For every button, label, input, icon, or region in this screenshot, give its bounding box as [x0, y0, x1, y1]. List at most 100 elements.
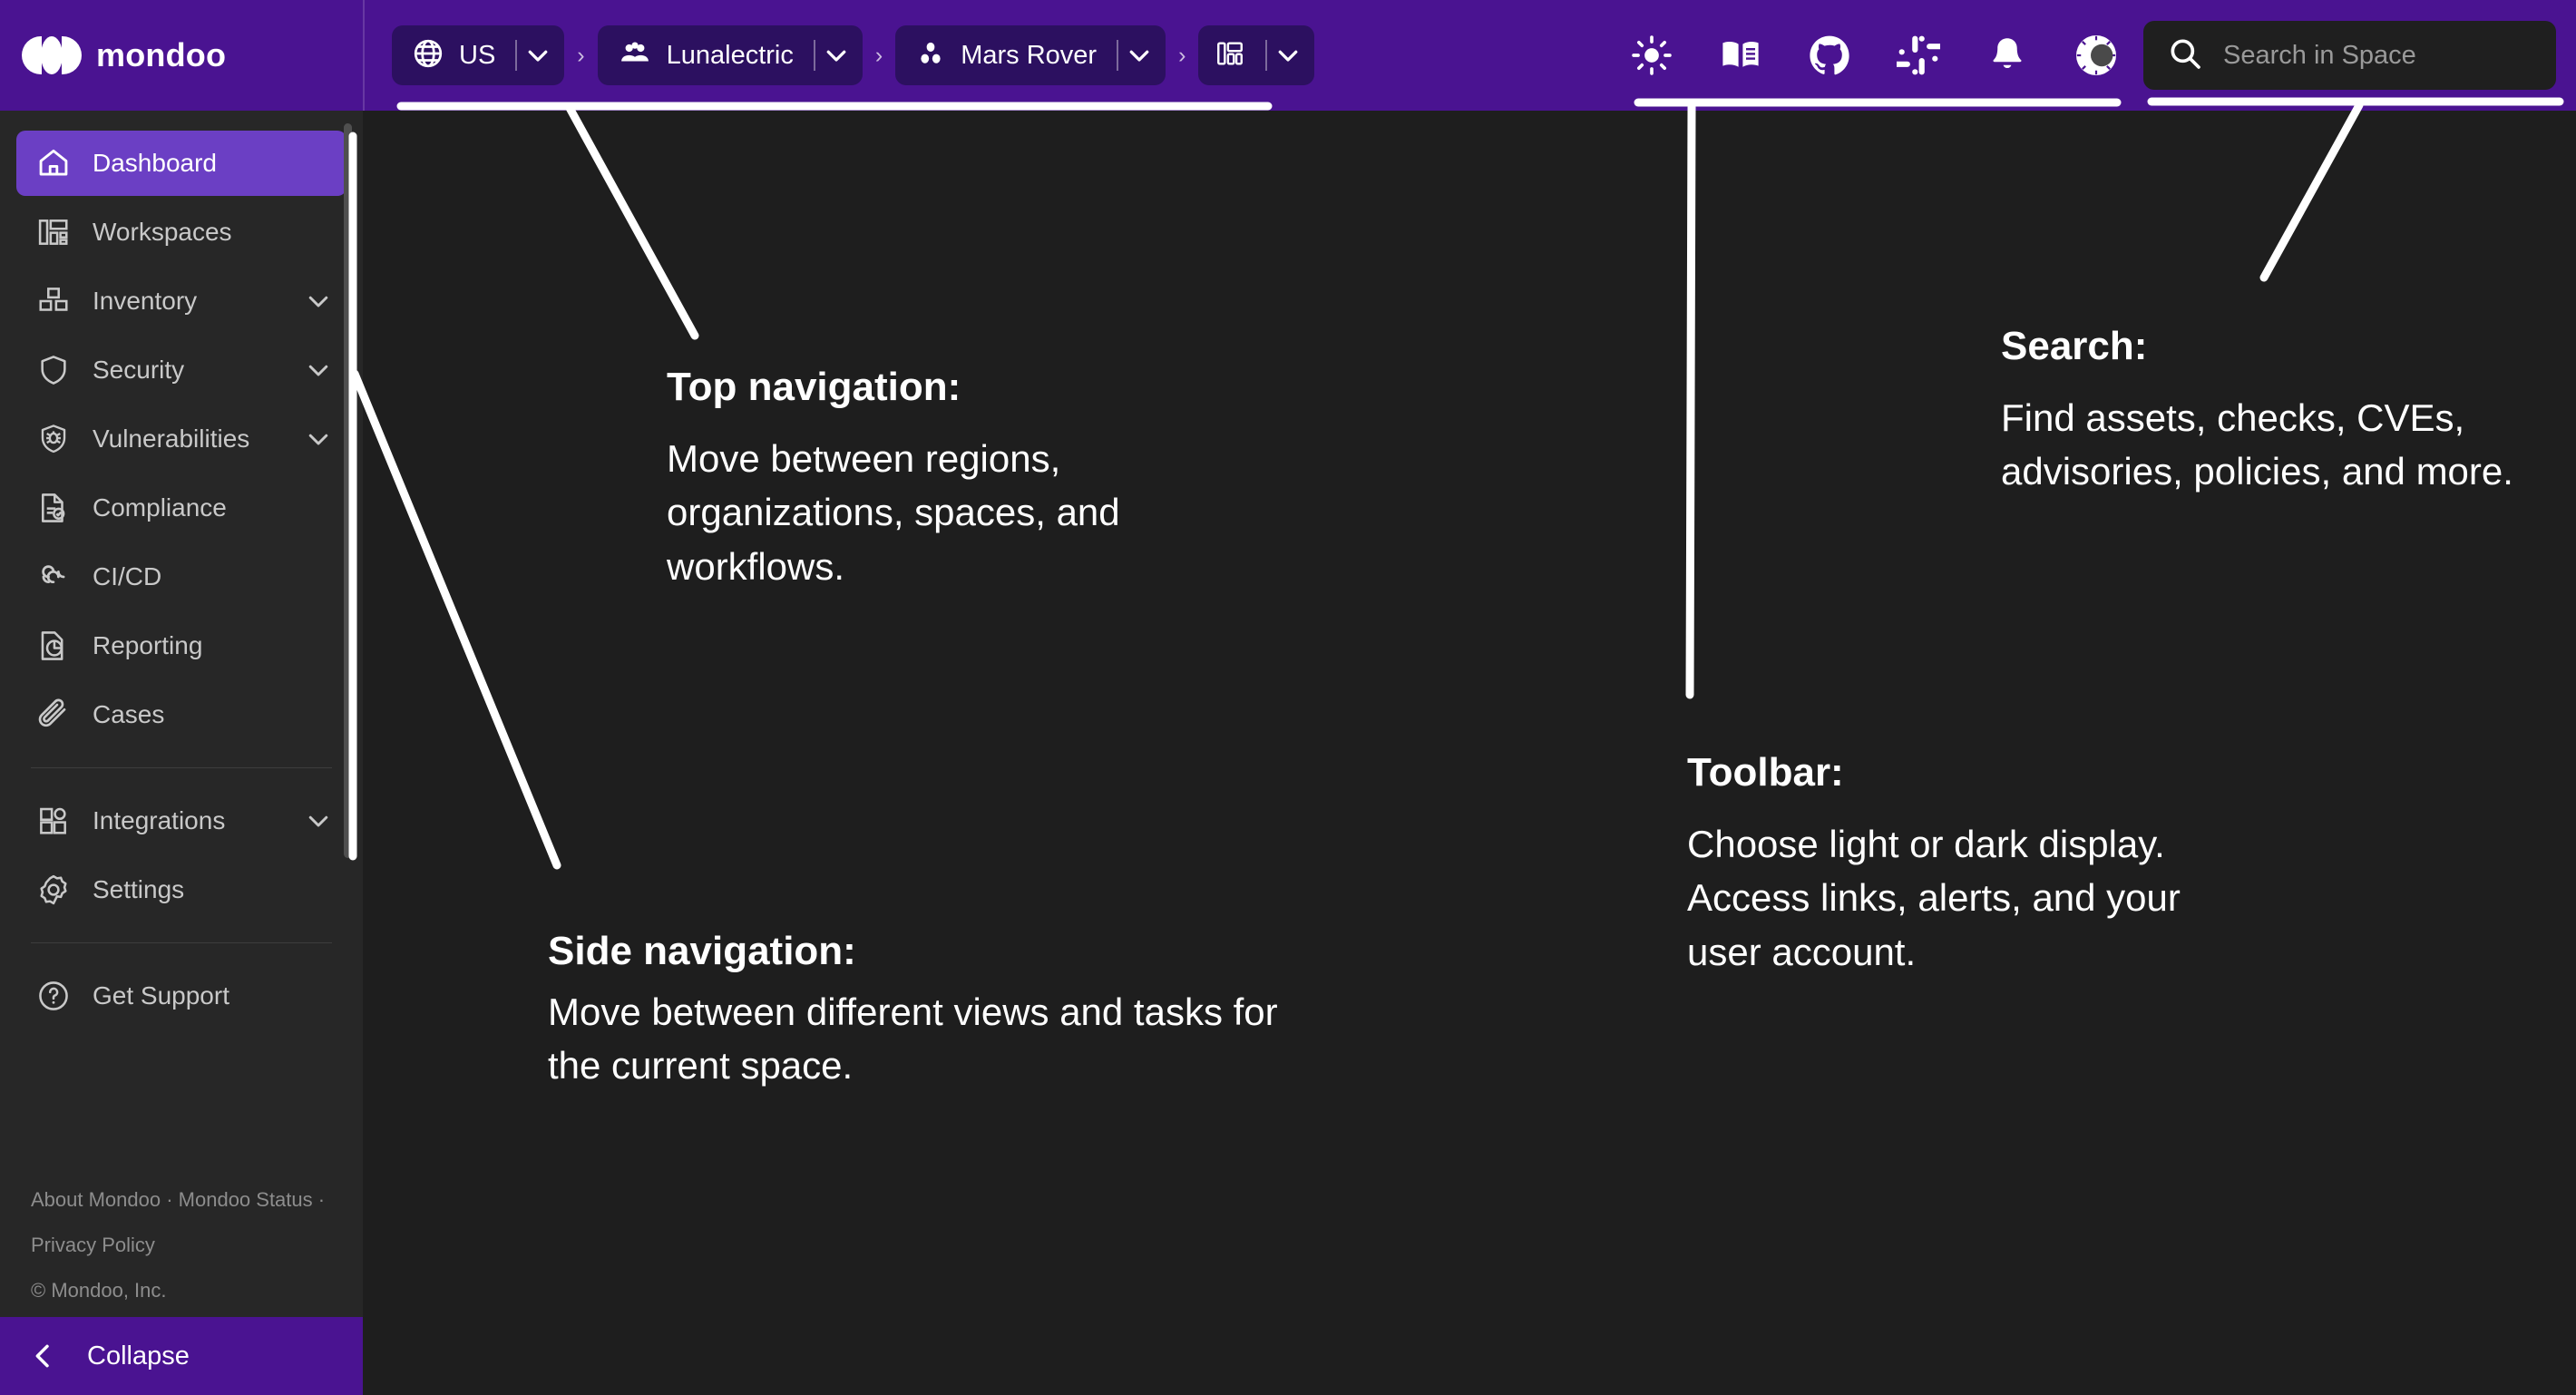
chevron-down-icon[interactable]	[305, 288, 332, 315]
github-icon[interactable]	[1808, 34, 1851, 77]
callout-body: Move between different views and tasks f…	[548, 990, 1278, 1088]
breadcrumb-region-label: US	[459, 40, 496, 70]
shield-bug-icon	[36, 422, 78, 456]
chevron-down-icon[interactable]	[517, 42, 559, 69]
paperclip-icon	[36, 698, 78, 732]
footer-copyright: © Mondoo, Inc.	[31, 1279, 167, 1302]
sidebar-item-cases[interactable]: Cases	[16, 682, 346, 747]
sidebar-item-label: CI/CD	[93, 562, 162, 590]
search-leader	[2259, 101, 2364, 282]
breadcrumb: US › Lunalectric › Mars Rover ›	[365, 25, 1315, 85]
callout-toolbar: Toolbar: Choose light or dark display. A…	[1687, 748, 2213, 980]
breadcrumb-separator: ›	[577, 42, 585, 68]
search-icon	[2167, 35, 2203, 76]
sidebar-item-settings[interactable]: Settings	[16, 857, 346, 922]
breadcrumb-separator: ›	[874, 42, 883, 68]
callout-side-navigation: Side navigation: Move between different …	[548, 927, 1328, 1093]
report-chart-icon	[36, 629, 78, 663]
chevron-down-icon[interactable]	[1118, 42, 1160, 69]
top-nav-leader	[565, 103, 699, 340]
book-icon[interactable]	[1719, 34, 1762, 77]
inventory-boxes-icon	[36, 284, 78, 318]
collapse-label: Collapse	[87, 1341, 190, 1371]
sidebar-item-label: Get Support	[93, 981, 229, 1010]
sidebar-divider	[31, 767, 332, 768]
callout-search: Search: Find assets, checks, CVEs, advis…	[2001, 322, 2527, 499]
sidebar-item-compliance[interactable]: Compliance	[16, 475, 346, 541]
sidebar-item-label: Security	[93, 356, 185, 384]
callout-title: Side navigation:	[548, 929, 856, 973]
dashboard-grid-icon	[1215, 38, 1245, 73]
sidebar-item-label: Settings	[93, 875, 185, 903]
sidebar-item-label: Inventory	[93, 287, 198, 315]
sidebar-item-label: Dashboard	[93, 149, 217, 177]
sidebar-item-inventory[interactable]: Inventory	[16, 268, 346, 334]
search-placeholder: Search in Space	[2223, 40, 2416, 70]
sidebar-item-reporting[interactable]: Reporting	[16, 613, 346, 678]
infinity-icon	[36, 560, 78, 594]
sidebar-item-label: Cases	[93, 700, 165, 728]
collapse-sidebar-button[interactable]: Collapse	[0, 1317, 363, 1395]
shield-icon	[36, 353, 78, 387]
breadcrumb-item-space[interactable]: Mars Rover	[895, 25, 1166, 85]
breadcrumb-item-dashboard[interactable]	[1198, 25, 1315, 85]
sun-icon[interactable]	[1630, 34, 1673, 77]
chevron-down-icon[interactable]	[815, 42, 857, 69]
callout-body: Find assets, checks, CVEs, advisories, p…	[2001, 395, 2513, 493]
breadcrumb-separator: ›	[1178, 42, 1186, 68]
sidebar-scrollbar[interactable]	[344, 123, 352, 858]
integrations-blocks-icon	[36, 804, 78, 838]
sidebar-item-label: Integrations	[93, 806, 226, 834]
toolbar-leader	[1685, 102, 1696, 699]
sidebar-divider	[31, 942, 332, 943]
sidebar-item-label: Vulnerabilities	[93, 424, 250, 453]
chevron-down-icon[interactable]	[305, 356, 332, 384]
chevron-down-icon[interactable]	[1267, 42, 1309, 69]
sidebar-item-vulnerabilities[interactable]: Vulnerabilities	[16, 406, 346, 472]
app-root: mondoo US › Lunalectric › Mars Rover › S…	[0, 0, 2576, 1395]
sidebar-item-security[interactable]: Security	[16, 337, 346, 403]
chevron-down-icon[interactable]	[305, 807, 332, 834]
footer-links[interactable]: About Mondoo · Mondoo Status ·	[31, 1177, 330, 1223]
sidebar-footer: About Mondoo · Mondoo Status · Privacy P…	[31, 1177, 330, 1313]
side-nav-leader	[350, 369, 561, 870]
mondoo-logo-icon	[22, 36, 82, 74]
user-avatar-icon[interactable]	[2074, 34, 2118, 77]
bell-icon[interactable]	[1986, 34, 2029, 77]
breadcrumb-item-region[interactable]: US	[392, 25, 565, 85]
callout-title: Search:	[2001, 324, 2148, 368]
globe-icon	[412, 37, 444, 74]
top-header-bar: mondoo US › Lunalectric › Mars Rover › S…	[0, 0, 2576, 111]
breadcrumb-organization-label: Lunalectric	[666, 40, 794, 70]
chevron-left-icon	[0, 1341, 87, 1371]
callout-body: Move between regions, organizations, spa…	[667, 436, 1120, 588]
document-check-icon	[36, 491, 78, 525]
sidebar-item-integrations[interactable]: Integrations	[16, 788, 346, 854]
home-icon	[36, 146, 78, 180]
callout-body: Choose light or dark display. Access lin…	[1687, 822, 2181, 973]
footer-privacy-link[interactable]: Privacy Policy	[31, 1223, 330, 1268]
sidebar-item-label: Reporting	[93, 631, 203, 659]
sidebar-item-label: Compliance	[93, 493, 227, 522]
brand-name: mondoo	[96, 36, 227, 73]
slack-icon[interactable]	[1897, 34, 1940, 77]
side-navigation: Dashboard Workspaces Inventory Security …	[0, 111, 363, 1395]
sidebar-item-label: Workspaces	[93, 218, 232, 246]
callout-lines	[348, 97, 2564, 870]
side-nav-primary: Dashboard Workspaces Inventory Security …	[0, 111, 363, 1029]
chevron-down-icon[interactable]	[305, 425, 332, 453]
organization-people-icon	[618, 36, 652, 75]
sidebar-item-workspaces[interactable]: Workspaces	[16, 200, 346, 265]
space-dots-icon	[915, 38, 946, 73]
search-input[interactable]: Search in Space	[2143, 21, 2556, 90]
gear-icon	[36, 873, 78, 907]
breadcrumb-item-organization[interactable]: Lunalectric	[597, 25, 863, 85]
sidebar-item-cicd[interactable]: CI/CD	[16, 544, 346, 610]
sidebar-item-dashboard[interactable]: Dashboard	[16, 131, 346, 196]
sidebar-item-get-support[interactable]: Get Support	[16, 963, 346, 1029]
brand-logo[interactable]: mondoo	[0, 0, 363, 111]
callout-title: Top navigation:	[667, 365, 961, 409]
breadcrumb-space-label: Mars Rover	[961, 40, 1098, 70]
question-circle-icon	[36, 979, 78, 1013]
callout-top-navigation: Top navigation: Move between regions, or…	[667, 363, 1283, 594]
